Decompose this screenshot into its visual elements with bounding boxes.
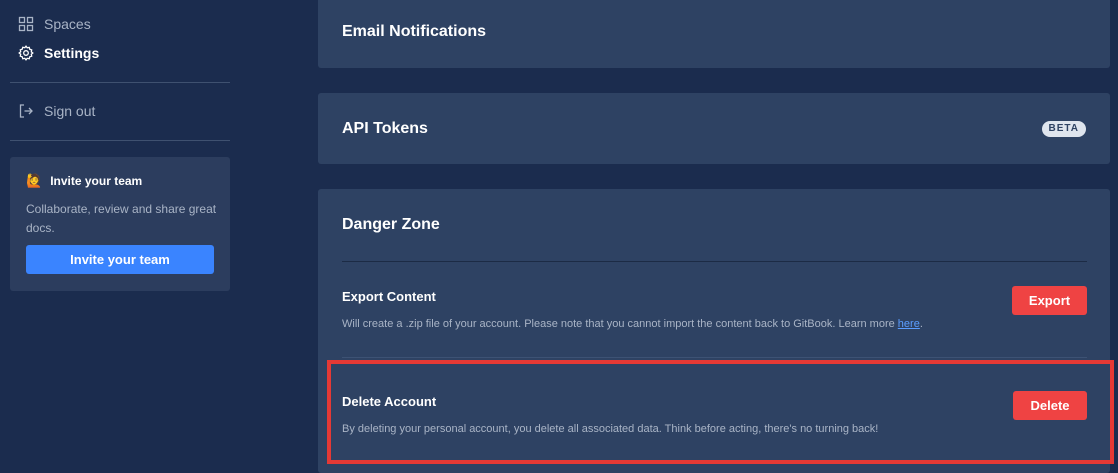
beta-badge: BETA (1041, 121, 1086, 137)
invite-title-text: Invite your team (50, 174, 143, 188)
sidebar-divider (10, 140, 230, 141)
invite-team-button[interactable]: Invite your team (26, 245, 214, 274)
danger-zone-divider (342, 261, 1087, 262)
sidebar-item-settings[interactable]: Settings (18, 42, 99, 64)
export-content-description: Will create a .zip file of your account.… (342, 318, 923, 330)
sidebar-item-spaces[interactable]: Spaces (18, 13, 91, 35)
sidebar-item-label: Sign out (44, 103, 96, 119)
email-notifications-panel[interactable]: Email Notifications (318, 0, 1110, 68)
invite-description: Collaborate, review and share great docs… (26, 202, 217, 235)
export-description-period: . (919, 318, 923, 330)
panel-title: Danger Zone (342, 216, 440, 233)
learn-more-link[interactable]: here (898, 318, 920, 330)
gear-icon (18, 45, 34, 61)
grid-icon (18, 16, 34, 32)
sidebar-divider (10, 82, 230, 83)
export-description-text: Will create a .zip file of your account.… (342, 318, 898, 330)
sign-out-icon (18, 103, 34, 119)
raising-hand-emoji-icon: 🙋 (26, 173, 43, 188)
api-tokens-panel[interactable]: API Tokens BETA (318, 93, 1110, 164)
invite-card: 🙋 Invite your team Collaborate, review a… (10, 157, 230, 291)
panel-title: API Tokens (342, 120, 428, 137)
export-button[interactable]: Export (1012, 286, 1087, 315)
row-divider (342, 357, 1087, 358)
sidebar-item-label: Spaces (44, 16, 91, 32)
sidebar-item-sign-out[interactable]: Sign out (18, 100, 95, 122)
highlight-box (327, 360, 1114, 464)
sidebar-item-label: Settings (44, 45, 100, 61)
invite-title: 🙋 Invite your team (26, 173, 142, 189)
app: Spaces Settings Sign out 🙋 Invite your t… (0, 0, 1118, 473)
export-content-title: Export Content (342, 289, 436, 304)
panel-title: Email Notifications (342, 23, 487, 40)
sidebar: Spaces Settings Sign out 🙋 Invite your t… (0, 0, 240, 473)
